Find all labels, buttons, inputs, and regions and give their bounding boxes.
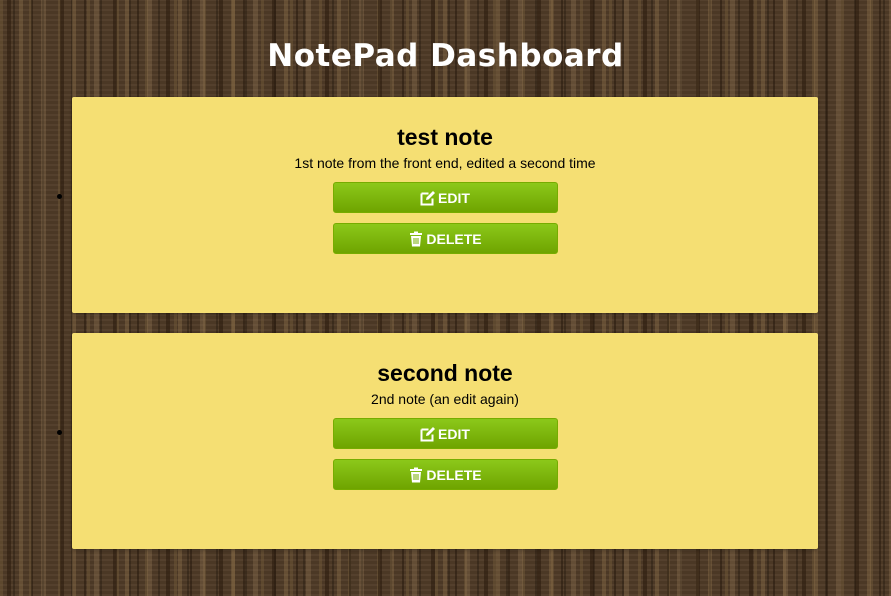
list-bullet xyxy=(57,194,62,199)
edit-icon xyxy=(420,426,436,442)
list-bullet xyxy=(57,430,62,435)
trash-icon xyxy=(408,467,424,483)
page-title: NotePad Dashboard xyxy=(267,38,624,74)
edit-button[interactable]: EDIT xyxy=(332,182,558,213)
delete-button-label: DELETE xyxy=(426,230,482,247)
note-card: second note 2nd note (an edit again) EDI… xyxy=(57,333,818,549)
notes-list: test note 1st note from the front end, e… xyxy=(57,97,818,569)
edit-button-label: EDIT xyxy=(438,189,470,206)
edit-icon xyxy=(420,190,436,206)
delete-button[interactable]: DELETE xyxy=(332,459,558,490)
edit-button[interactable]: EDIT xyxy=(332,418,558,449)
note-title: second note xyxy=(377,360,513,386)
note-body: 1st note from the front end, edited a se… xyxy=(294,155,596,171)
note-title: test note xyxy=(397,124,493,150)
note-card: test note 1st note from the front end, e… xyxy=(57,97,818,313)
note-body: 2nd note (an edit again) xyxy=(371,391,519,407)
trash-icon xyxy=(408,231,424,247)
edit-button-label: EDIT xyxy=(438,425,470,442)
delete-button[interactable]: DELETE xyxy=(332,223,558,254)
delete-button-label: DELETE xyxy=(426,466,482,483)
